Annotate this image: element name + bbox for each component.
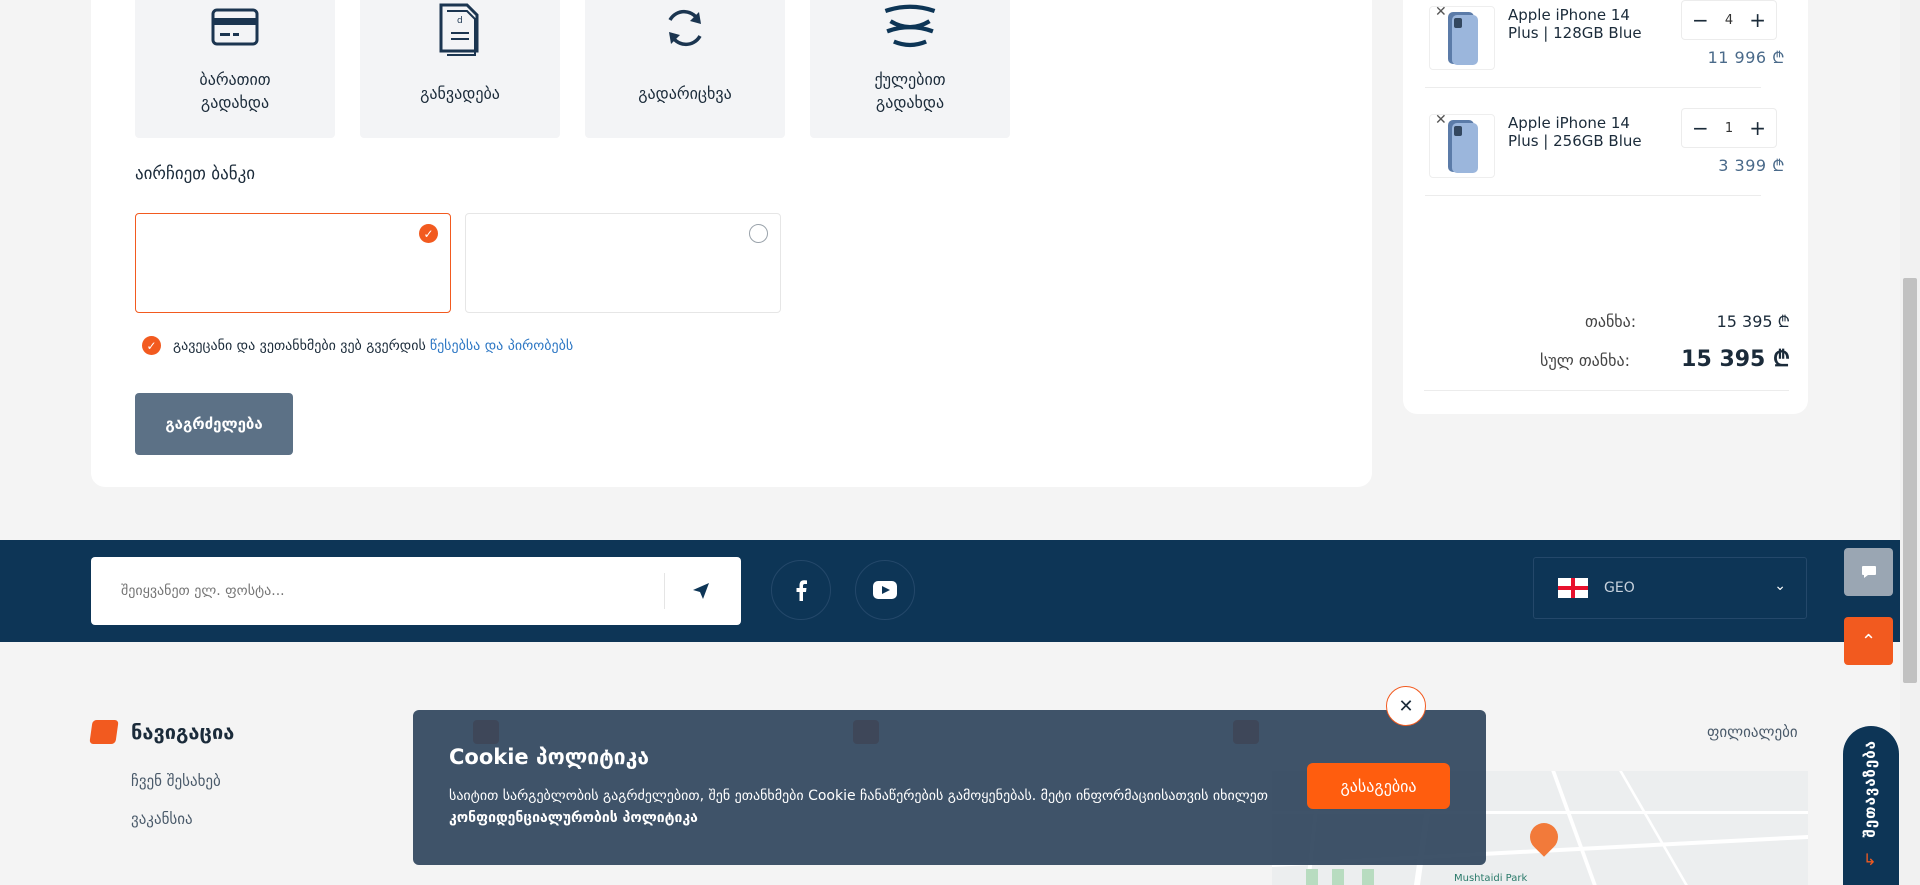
radio-button[interactable] bbox=[749, 224, 768, 243]
minus-icon[interactable]: − bbox=[1692, 116, 1709, 140]
footer-nav-heading: ნავიგაცია bbox=[89, 720, 235, 744]
cart-item-price: 3 399 ₾ bbox=[1718, 156, 1785, 175]
points-method-card[interactable]: ქულებით გადახდა bbox=[810, 0, 1010, 138]
map-park-label: Mushtaidi Park bbox=[1454, 873, 1528, 884]
total-value: 15 395 ₾ bbox=[1681, 347, 1790, 372]
footer-link-about[interactable]: ჩვენ შესახებ bbox=[131, 772, 221, 790]
cart-item: ✕ Apple iPhone 14 Plus | 128GB Blue − 4 … bbox=[1425, 0, 1785, 88]
credit-card-icon bbox=[207, 0, 263, 56]
plus-icon[interactable]: + bbox=[1749, 8, 1766, 32]
svg-text:d: d bbox=[457, 16, 463, 26]
side-tab-label: შეთავაზება bbox=[1861, 740, 1879, 838]
cookie-title: Cookie პოლიტიკა bbox=[449, 745, 649, 769]
refresh-icon bbox=[657, 0, 713, 56]
scroll-top-button[interactable]: ⌃ bbox=[1844, 617, 1893, 665]
divider bbox=[664, 573, 665, 609]
facebook-icon[interactable] bbox=[771, 560, 831, 620]
terms-text: გავეცანი და ვეთანხმები ვებ გვერდის bbox=[173, 337, 426, 354]
nav-square-icon bbox=[89, 720, 119, 744]
installment-method-label: განვადება bbox=[420, 84, 500, 103]
arrow-icon: ↳ bbox=[1863, 850, 1877, 869]
bank-section-title: აირჩიეთ ბანკი bbox=[135, 164, 256, 184]
terms-link[interactable]: წესებსა და პირობებს bbox=[430, 338, 573, 354]
continue-button[interactable]: გაგრძელება bbox=[135, 393, 293, 455]
terms-agreement[interactable]: ✓ გავეცანი და ვეთანხმები ვებ გვერდის წეს… bbox=[142, 336, 573, 355]
footer-link-vacancy[interactable]: ვაკანსია bbox=[131, 810, 193, 828]
page: ბარათით გადახდა d განვადება გადარიცხვა ქ… bbox=[0, 0, 1920, 885]
chevron-down-icon: ⌄ bbox=[1774, 578, 1786, 594]
send-icon[interactable] bbox=[681, 575, 721, 607]
subtotal-row: თანხა: 15 395 ₾ bbox=[1500, 310, 1790, 332]
cart-item-price: 11 996 ₾ bbox=[1707, 48, 1785, 67]
cookie-text: საიტით სარგებლობის გაგრძელებით, შენ ეთან… bbox=[449, 788, 1268, 804]
points-logo-icon bbox=[882, 0, 938, 56]
cookie-text-block: საიტით სარგებლობის გაგრძელებით, შენ ეთან… bbox=[449, 785, 1309, 829]
cookie-accept-button[interactable]: გასაგებია bbox=[1307, 763, 1450, 809]
points-method-label: ქულებით გადახდა bbox=[874, 70, 946, 112]
subtotal-value: 15 395 ₾ bbox=[1716, 312, 1790, 331]
total-label: სულ თანხა: bbox=[1540, 351, 1631, 370]
terms-checkbox[interactable]: ✓ bbox=[142, 336, 161, 355]
installment-method-card[interactable]: d განვადება bbox=[360, 0, 560, 138]
privacy-policy-link[interactable]: კონფიდენციალურობის პოლიტიკა bbox=[449, 810, 698, 826]
chat-icon[interactable] bbox=[1844, 548, 1893, 596]
document-icon: d bbox=[432, 0, 488, 56]
youtube-icon[interactable] bbox=[855, 560, 915, 620]
language-selector[interactable]: GEO ⌄ bbox=[1533, 557, 1807, 619]
quantity-value[interactable]: 4 bbox=[1725, 13, 1733, 28]
offers-side-tab[interactable]: შეთავაზება ↳ bbox=[1843, 726, 1899, 885]
payment-method-label: ბარათით გადახდა bbox=[199, 70, 271, 112]
remove-item-icon[interactable]: ✕ bbox=[1435, 4, 1447, 20]
cart-item: ✕ Apple iPhone 14 Plus | 256GB Blue − 1 … bbox=[1425, 108, 1785, 196]
cart-item-name: Apple iPhone 14 Plus | 128GB Blue bbox=[1508, 6, 1642, 42]
payment-method-card[interactable]: ბარათით გადახდა bbox=[135, 0, 335, 138]
checkmark-icon[interactable]: ✓ bbox=[419, 224, 438, 243]
subtotal-label: თანხა: bbox=[1585, 312, 1637, 331]
transfer-method-label: გადარიცხვა bbox=[638, 84, 732, 103]
footer-branches-link[interactable]: ფილიალები bbox=[1707, 723, 1798, 741]
cart-item-name: Apple iPhone 14 Plus | 256GB Blue bbox=[1508, 114, 1642, 150]
scrollbar-thumb[interactable] bbox=[1903, 278, 1917, 683]
close-icon[interactable]: ✕ bbox=[1386, 686, 1426, 726]
email-input[interactable] bbox=[121, 577, 661, 605]
newsletter-form bbox=[91, 557, 741, 625]
quantity-stepper[interactable]: − 1 + bbox=[1681, 108, 1777, 148]
bank-option[interactable] bbox=[465, 213, 781, 313]
minus-icon[interactable]: − bbox=[1692, 8, 1709, 32]
remove-item-icon[interactable]: ✕ bbox=[1435, 112, 1447, 128]
georgia-flag-icon bbox=[1558, 578, 1588, 598]
plus-icon[interactable]: + bbox=[1749, 116, 1766, 140]
quantity-value[interactable]: 1 bbox=[1725, 121, 1733, 136]
divider bbox=[1424, 390, 1789, 391]
bank-option-selected[interactable]: ✓ bbox=[135, 213, 451, 313]
transfer-method-card[interactable]: გადარიცხვა bbox=[585, 0, 785, 138]
total-row: სულ თანხა: 15 395 ₾ bbox=[1500, 343, 1790, 373]
language-code: GEO bbox=[1604, 580, 1635, 596]
quantity-stepper[interactable]: − 4 + bbox=[1681, 0, 1777, 40]
footer-nav-title: ნავიგაცია bbox=[131, 720, 235, 744]
cookie-banner: Cookie პოლიტიკა საიტით სარგებლობის გაგრძ… bbox=[413, 710, 1486, 865]
